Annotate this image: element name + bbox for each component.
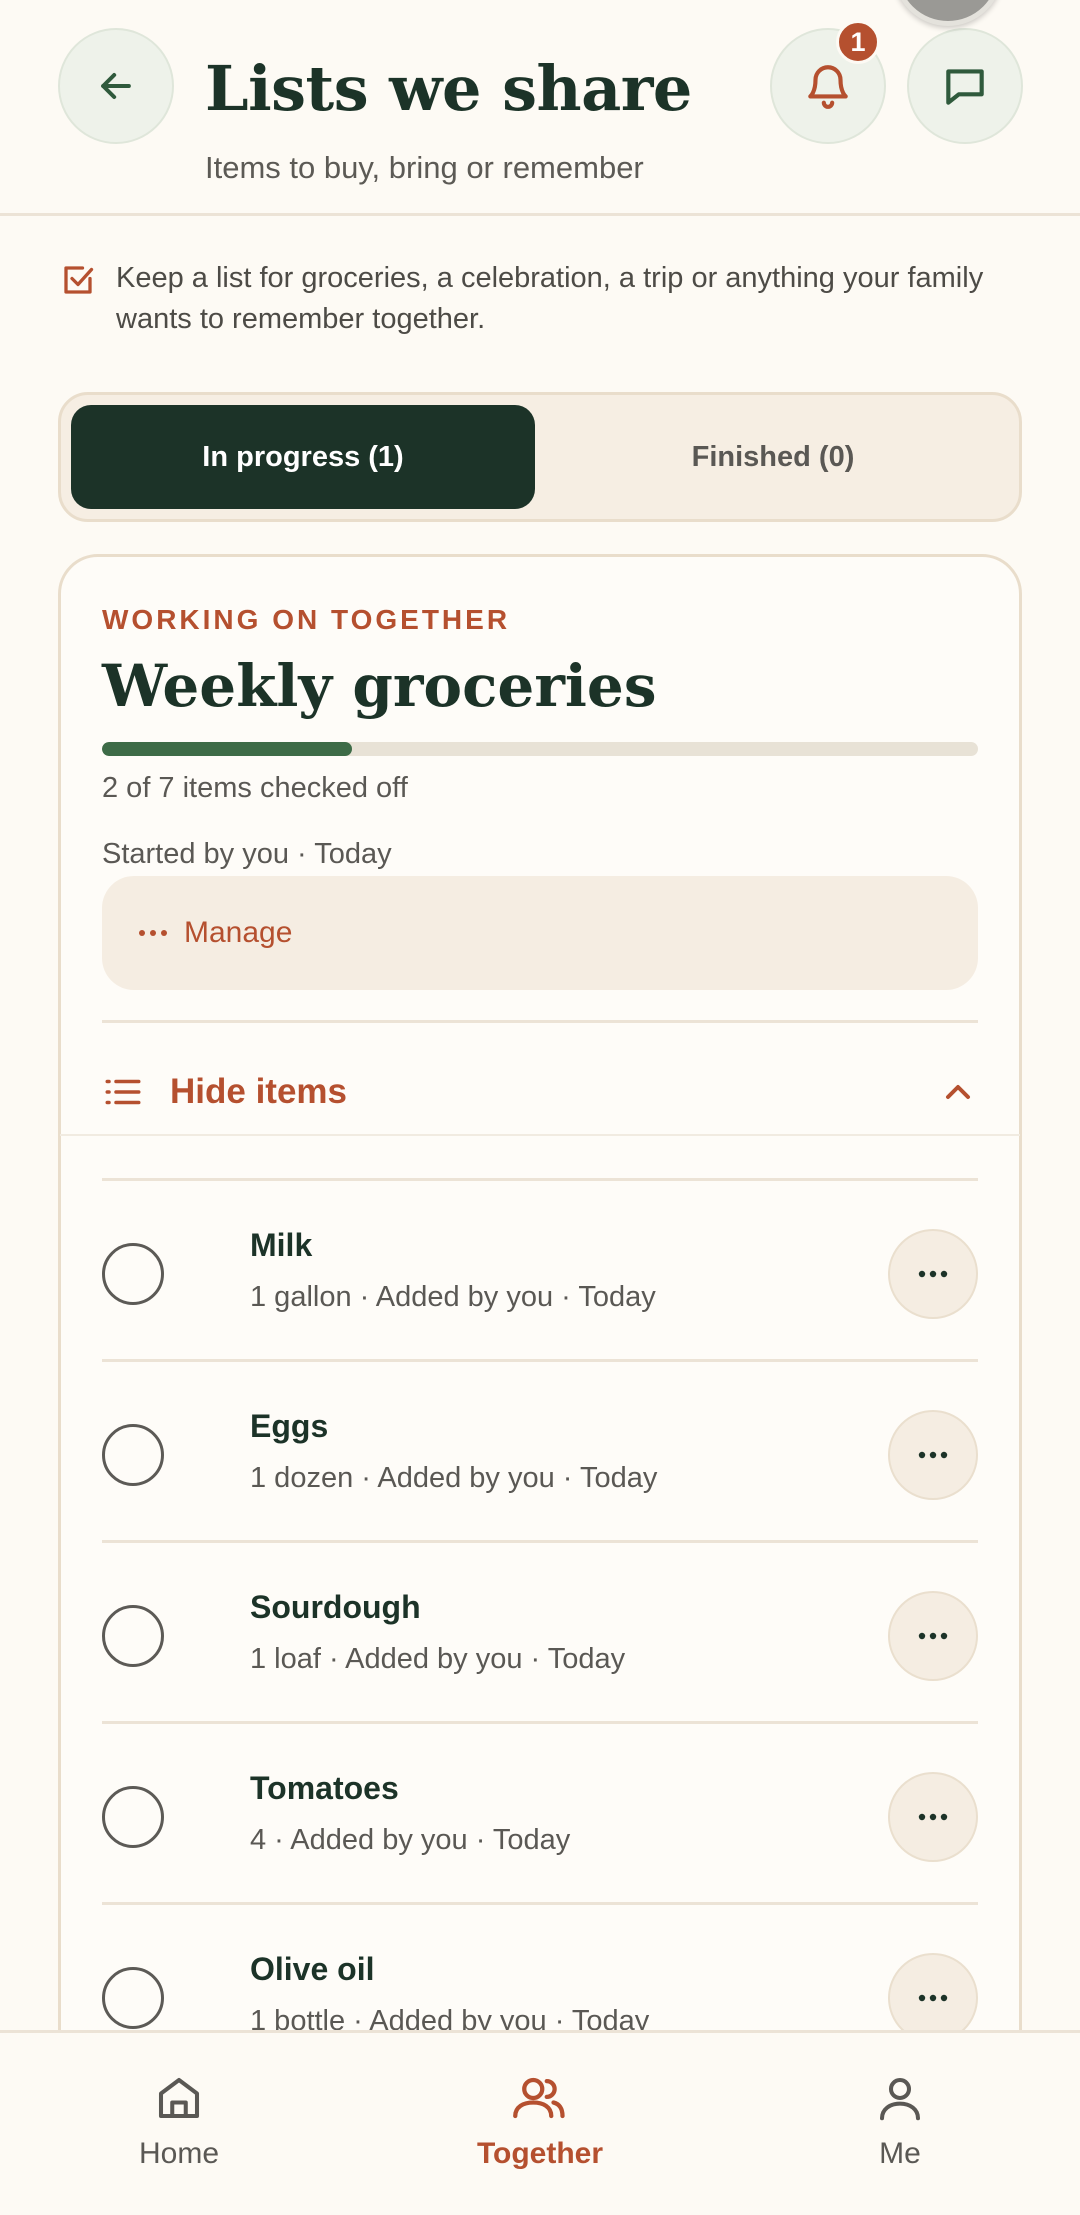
progress-bar [102, 742, 978, 756]
started-text: Started by you · Today [102, 838, 392, 870]
progress-bar-fill [102, 742, 353, 756]
manage-label: Manage [184, 916, 293, 949]
divider [60, 1134, 1020, 1136]
item-meta: 1 dozen · Added by you · Today [250, 1462, 658, 1494]
item-more-button[interactable] [888, 1772, 978, 1862]
page-title: Lists we share [205, 52, 692, 125]
list-eyebrow: WORKING ON TOGETHER [102, 604, 511, 635]
page-subtitle: Items to buy, bring or remember [205, 150, 644, 185]
more-horizontal-icon [139, 930, 167, 936]
hide-items-toggle[interactable]: Hide items [102, 1052, 978, 1132]
divider [102, 1020, 978, 1023]
chevron-up-icon [946, 1085, 970, 1099]
nav-together[interactable]: Together [430, 2033, 650, 2215]
more-horizontal-icon [918, 1813, 948, 1821]
profile-avatar[interactable] [893, 0, 1003, 26]
info-text: Keep a list for groceries, a celebration… [116, 262, 984, 335]
app-header: Lists we share Items to buy, bring or re… [0, 0, 1080, 216]
nav-me-label: Me [879, 2137, 921, 2170]
progress-text: 2 of 7 items checked off [102, 772, 408, 804]
checkbox-checked-icon [64, 266, 94, 294]
item-name: Eggs [250, 1408, 329, 1444]
item-checkbox[interactable] [102, 1424, 164, 1486]
user-icon [879, 2077, 921, 2121]
list-title: Weekly groceries [102, 652, 657, 720]
back-button[interactable] [58, 28, 174, 144]
item-more-button[interactable] [888, 1591, 978, 1681]
more-horizontal-icon [918, 1270, 948, 1278]
list-status-tabs: In progress (1) Finished (0) [58, 392, 1022, 522]
bell-icon [808, 65, 848, 109]
item-checkbox[interactable] [102, 1605, 164, 1667]
list-item: Tomatoes 4 · Added by you · Today [102, 1724, 978, 1905]
list-item: Milk 1 gallon · Added by you · Today [102, 1181, 978, 1362]
nav-together-label: Together [476, 2137, 604, 2170]
manage-button[interactable]: Manage [102, 876, 978, 990]
item-name: Tomatoes [250, 1770, 399, 1806]
list-icon [105, 1079, 141, 1105]
item-name: Milk [250, 1227, 313, 1263]
more-horizontal-icon [918, 1994, 948, 2002]
item-checkbox[interactable] [102, 1786, 164, 1848]
item-more-button[interactable] [888, 1410, 978, 1500]
nav-home[interactable]: Home [69, 2033, 289, 2215]
bottom-nav: Home Together Me [0, 2030, 1080, 2215]
list-item: Sourdough 1 loaf · Added by you · Today [102, 1543, 978, 1724]
notification-badge: 1 [836, 20, 880, 64]
item-more-button[interactable] [888, 1229, 978, 1319]
nav-me[interactable]: Me [790, 2033, 1010, 2215]
arrow-left-icon [101, 72, 131, 100]
item-meta: 1 loaf · Added by you · Today [250, 1643, 626, 1675]
tab-in-progress[interactable]: In progress (1) [71, 405, 535, 509]
item-meta: 4 · Added by you · Today [250, 1824, 571, 1856]
chat-icon [946, 69, 984, 105]
hide-items-label: Hide items [170, 1072, 347, 1111]
item-checkbox[interactable] [102, 1967, 164, 2029]
item-name: Olive oil [250, 1951, 375, 1987]
messages-button[interactable] [907, 28, 1023, 144]
item-name: Sourdough [250, 1589, 421, 1625]
list-item: Eggs 1 dozen · Added by you · Today [102, 1362, 978, 1543]
item-checkbox[interactable] [102, 1243, 164, 1305]
home-icon [158, 2077, 200, 2119]
users-icon [513, 2077, 565, 2119]
item-meta: 1 gallon · Added by you · Today [250, 1281, 656, 1313]
more-horizontal-icon [918, 1451, 948, 1459]
nav-home-label: Home [138, 2137, 220, 2170]
more-horizontal-icon [918, 1632, 948, 1640]
tab-finished[interactable]: Finished (0) [541, 405, 1005, 509]
